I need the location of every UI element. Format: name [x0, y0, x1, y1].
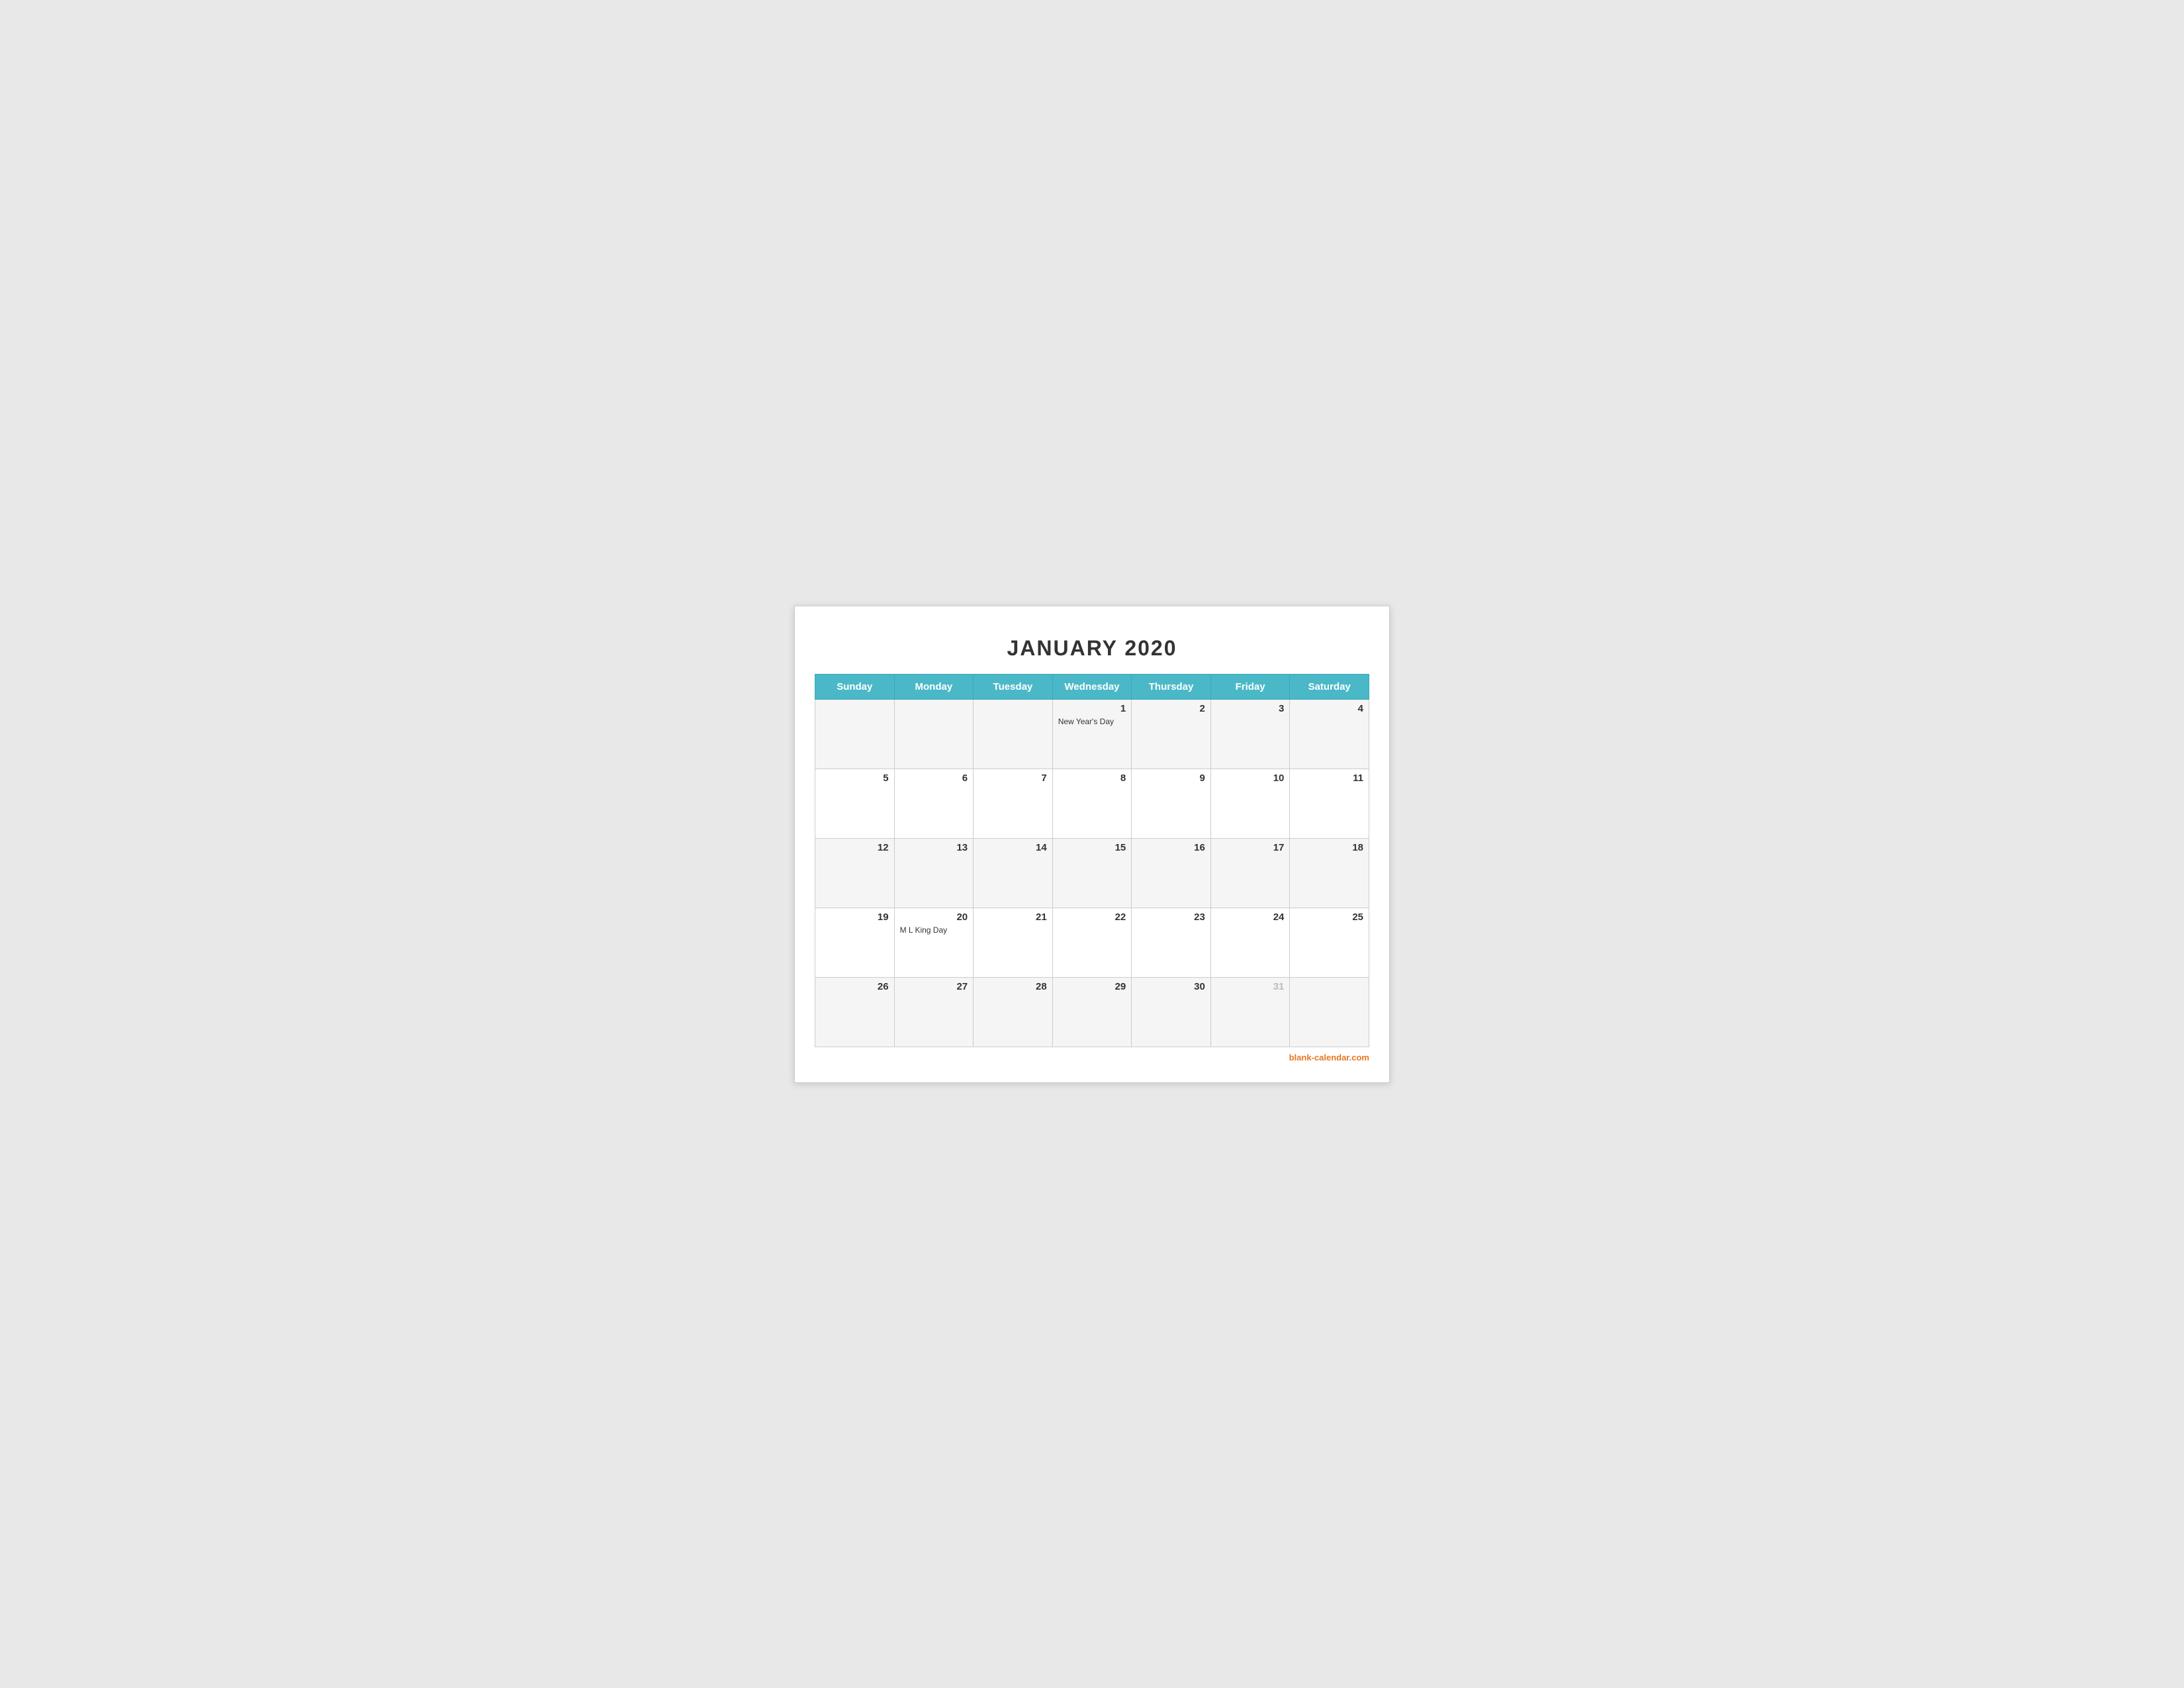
calendar-cell: 7	[974, 769, 1053, 838]
header-day-monday: Monday	[894, 674, 974, 699]
header-day-sunday: Sunday	[815, 674, 895, 699]
calendar-cell: 3	[1210, 699, 1290, 769]
header-row: SundayMondayTuesdayWednesdayThursdayFrid…	[815, 674, 1369, 699]
calendar-cell: 6	[894, 769, 974, 838]
calendar-cell	[1290, 977, 1369, 1047]
header-day-wednesday: Wednesday	[1052, 674, 1132, 699]
calendar-cell: 15	[1052, 838, 1132, 908]
calendar-cell: 21	[974, 908, 1053, 977]
day-number: 9	[1137, 773, 1205, 784]
calendar-cell: 30	[1132, 977, 1211, 1047]
day-number: 14	[979, 842, 1047, 853]
calendar-cell: 23	[1132, 908, 1211, 977]
calendar-cell: 20 M L King Day	[894, 908, 974, 977]
day-number: 28	[979, 981, 1047, 992]
calendar-cell: 13	[894, 838, 974, 908]
day-number: 19	[821, 912, 889, 923]
calendar-cell: 19	[815, 908, 895, 977]
week-row: 19 20 M L King Day 21 22 23 24 25	[815, 908, 1369, 977]
calendar-table: SundayMondayTuesdayWednesdayThursdayFrid…	[815, 674, 1369, 1047]
day-number: 10	[1216, 773, 1285, 784]
day-number: 4	[1295, 703, 1363, 714]
day-number: 1	[1058, 703, 1126, 714]
calendar-cell: 4	[1290, 699, 1369, 769]
day-number: 29	[1058, 981, 1126, 992]
calendar-cell: 10	[1210, 769, 1290, 838]
day-number: 27	[900, 981, 968, 992]
week-row: 56789 10 11	[815, 769, 1369, 838]
header-day-friday: Friday	[1210, 674, 1290, 699]
footer-link[interactable]: blank-calendar.com	[1289, 1053, 1369, 1062]
day-number: 22	[1058, 912, 1126, 923]
day-number: 15	[1058, 842, 1126, 853]
calendar-cell: 29	[1052, 977, 1132, 1047]
day-number: 26	[821, 981, 889, 992]
calendar-cell: 28	[974, 977, 1053, 1047]
calendar-cell: 27	[894, 977, 974, 1047]
calendar-cell: 5	[815, 769, 895, 838]
holiday-label: M L King Day	[900, 925, 968, 935]
calendar-cell: 18	[1290, 838, 1369, 908]
day-number: 20	[900, 912, 968, 923]
calendar-cell: 12	[815, 838, 895, 908]
calendar-cell: 16	[1132, 838, 1211, 908]
day-number: 16	[1137, 842, 1205, 853]
holiday-label: New Year's Day	[1058, 717, 1126, 726]
week-row: 12 13 14 15 16 17 18	[815, 838, 1369, 908]
day-number: 13	[900, 842, 968, 853]
day-number: 31	[1216, 981, 1285, 992]
day-number: 5	[821, 773, 889, 784]
calendar-cell: 8	[1052, 769, 1132, 838]
day-number: 3	[1216, 703, 1285, 714]
footer: blank-calendar.com	[815, 1053, 1369, 1062]
day-number: 17	[1216, 842, 1285, 853]
day-number: 30	[1137, 981, 1205, 992]
header-day-tuesday: Tuesday	[974, 674, 1053, 699]
calendar-cell: 1 New Year's Day	[1052, 699, 1132, 769]
calendar-cell: 9	[1132, 769, 1211, 838]
day-number: 18	[1295, 842, 1363, 853]
header-day-saturday: Saturday	[1290, 674, 1369, 699]
day-number: 6	[900, 773, 968, 784]
day-number: 12	[821, 842, 889, 853]
calendar-title: JANUARY 2020	[815, 626, 1369, 674]
calendar-cell: 14	[974, 838, 1053, 908]
day-number: 8	[1058, 773, 1126, 784]
calendar-cell: 11	[1290, 769, 1369, 838]
calendar-cell	[894, 699, 974, 769]
calendar-cell: 17	[1210, 838, 1290, 908]
calendar-cell	[815, 699, 895, 769]
calendar-page: JANUARY 2020 SundayMondayTuesdayWednesda…	[794, 606, 1390, 1083]
header-day-thursday: Thursday	[1132, 674, 1211, 699]
day-number: 21	[979, 912, 1047, 923]
day-number: 25	[1295, 912, 1363, 923]
week-row: 26 27 28 29 30 31	[815, 977, 1369, 1047]
week-row: 1 New Year's Day 234	[815, 699, 1369, 769]
calendar-cell: 31	[1210, 977, 1290, 1047]
day-number: 7	[979, 773, 1047, 784]
calendar-cell: 2	[1132, 699, 1211, 769]
calendar-cell	[974, 699, 1053, 769]
calendar-cell: 26	[815, 977, 895, 1047]
calendar-cell: 24	[1210, 908, 1290, 977]
calendar-cell: 22	[1052, 908, 1132, 977]
calendar-cell: 25	[1290, 908, 1369, 977]
day-number: 2	[1137, 703, 1205, 714]
day-number: 23	[1137, 912, 1205, 923]
day-number: 11	[1295, 773, 1363, 784]
day-number: 24	[1216, 912, 1285, 923]
